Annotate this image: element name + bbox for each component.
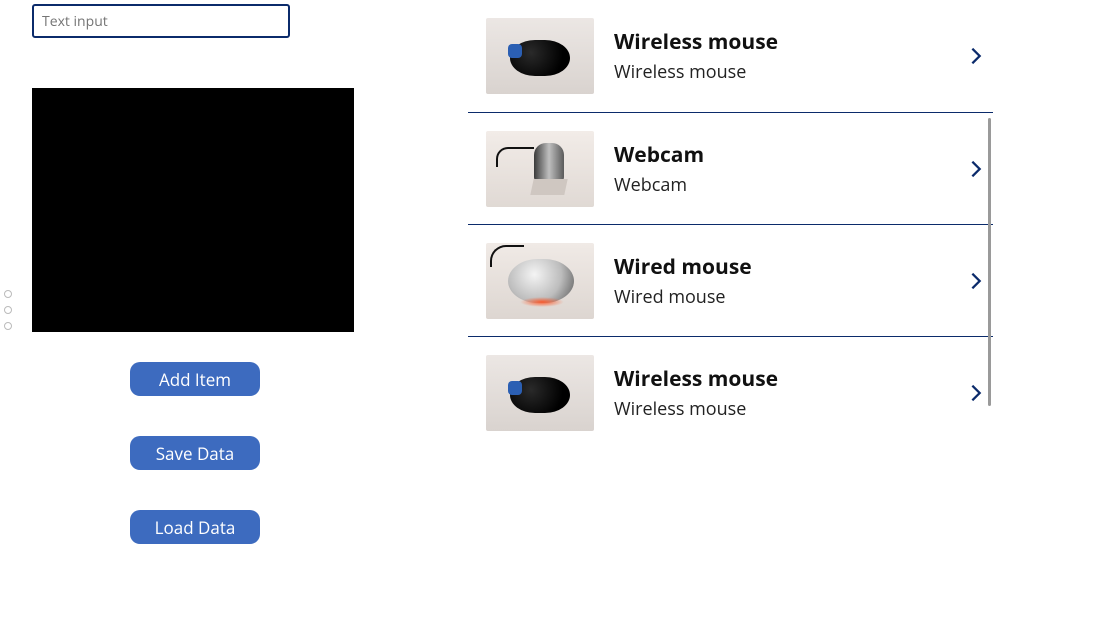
list-item[interactable]: Wireless mouse Wireless mouse xyxy=(468,0,993,112)
item-list: Wireless mouse Wireless mouse Webcam Web… xyxy=(468,0,993,621)
chevron-right-icon xyxy=(965,270,987,292)
chevron-right-icon xyxy=(965,382,987,404)
scrollbar[interactable] xyxy=(988,118,991,406)
item-subtitle: Wireless mouse xyxy=(614,60,965,84)
item-subtitle: Webcam xyxy=(614,173,965,197)
item-subtitle: Wireless mouse xyxy=(614,397,965,421)
item-title: Webcam xyxy=(614,141,965,169)
dot xyxy=(4,290,12,298)
add-item-button[interactable]: Add Item xyxy=(130,362,260,396)
item-title: Wireless mouse xyxy=(614,365,965,393)
item-text: Webcam Webcam xyxy=(614,141,965,197)
item-subtitle: Wired mouse xyxy=(614,285,965,309)
item-thumbnail xyxy=(486,18,594,94)
item-title: Wired mouse xyxy=(614,253,965,281)
item-thumbnail xyxy=(486,355,594,431)
item-title: Wireless mouse xyxy=(614,28,965,56)
text-input[interactable] xyxy=(32,4,290,38)
list-item[interactable]: Wireless mouse Wireless mouse xyxy=(468,336,993,448)
list-item[interactable]: Webcam Webcam xyxy=(468,112,993,224)
list-item[interactable]: Wired mouse Wired mouse xyxy=(468,224,993,336)
item-thumbnail xyxy=(486,131,594,207)
load-data-button[interactable]: Load Data xyxy=(130,510,260,544)
left-panel: Add Item Save Data Load Data xyxy=(32,0,392,544)
chevron-right-icon xyxy=(965,158,987,180)
dot xyxy=(4,306,12,314)
dot xyxy=(4,322,12,330)
page-indicator-dots xyxy=(4,290,12,330)
camera-preview xyxy=(32,88,354,332)
item-text: Wireless mouse Wireless mouse xyxy=(614,365,965,421)
item-thumbnail xyxy=(486,243,594,319)
item-text: Wired mouse Wired mouse xyxy=(614,253,965,309)
chevron-right-icon xyxy=(965,45,987,67)
item-text: Wireless mouse Wireless mouse xyxy=(614,28,965,84)
save-data-button[interactable]: Save Data xyxy=(130,436,260,470)
